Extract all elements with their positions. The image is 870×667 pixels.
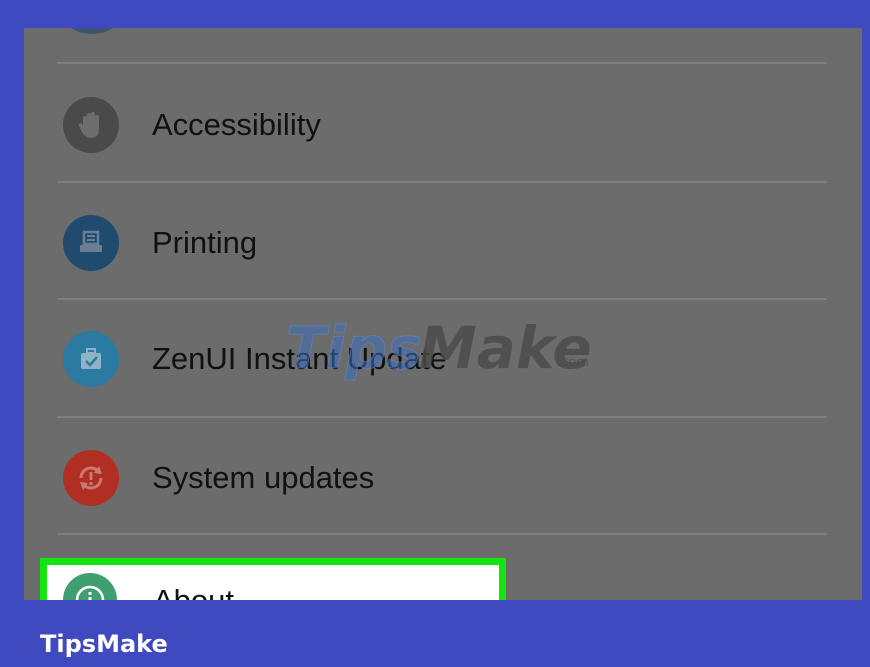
settings-item-label: Accessibility <box>152 107 321 142</box>
settings-item-about[interactable]: About <box>40 558 506 600</box>
hand-icon <box>63 97 119 153</box>
printer-icon <box>63 215 119 271</box>
divider <box>57 533 827 535</box>
partial-settings-icon <box>64 28 120 34</box>
settings-item-system-updates[interactable]: System updates <box>24 423 862 533</box>
settings-item-zenui-instant-update[interactable]: ZenUI Instant Update <box>24 304 862 414</box>
settings-item-accessibility[interactable]: Accessibility <box>24 70 862 180</box>
settings-item-label: ZenUI Instant Update <box>152 341 447 376</box>
settings-item-label: About <box>153 583 234 600</box>
settings-screen: Accessibility Printing ZenUI Instant Upd… <box>24 28 862 600</box>
brand-label: TipsMake <box>40 630 168 658</box>
settings-item-label: System updates <box>152 460 375 495</box>
settings-item-label: Printing <box>152 225 258 260</box>
divider <box>57 181 827 183</box>
briefcase-check-icon <box>63 331 119 387</box>
system-update-icon <box>63 450 119 506</box>
divider <box>57 298 827 300</box>
settings-item-printing[interactable]: Printing <box>24 188 862 298</box>
info-icon <box>63 573 117 600</box>
divider <box>57 62 827 64</box>
footer-bar: TipsMake <box>0 600 870 667</box>
divider <box>57 416 827 418</box>
